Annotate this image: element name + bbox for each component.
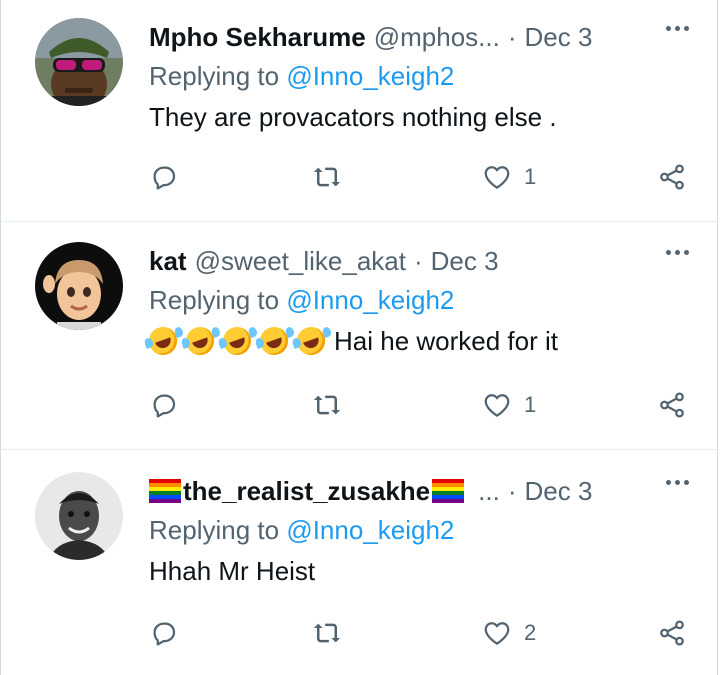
more-icon[interactable] [666, 26, 689, 31]
author-name[interactable]: Mpho Sekharume [149, 22, 366, 53]
avatar[interactable] [35, 242, 123, 330]
tweet-actions: 2 [149, 618, 717, 658]
like-button[interactable]: 2 [482, 618, 536, 648]
like-icon [484, 394, 510, 417]
replying-to: Replying to @Inno_keigh2 [149, 514, 717, 546]
share-button[interactable] [657, 618, 687, 648]
rolling-laughing-emoji-icon [293, 323, 329, 359]
replying-to-link[interactable]: @Inno_keigh2 [286, 61, 454, 91]
tweet-card[interactable]: the_realist_zusakhe ... · Dec 3 Replying… [0, 450, 718, 675]
tweet-text: They are provacators nothing else . [149, 102, 557, 132]
retweet-icon [313, 395, 341, 415]
tweet-text: Hhah Mr Heist [149, 556, 316, 586]
retweet-button[interactable] [312, 390, 342, 420]
retweet-icon [313, 167, 341, 187]
reply-icon [153, 394, 176, 418]
tweet-card[interactable]: kat @sweet_like_akat · Dec 3 Replying to… [0, 222, 718, 450]
retweet-icon [313, 623, 341, 643]
replying-prefix: Replying to [149, 61, 287, 91]
like-button[interactable]: 1 [482, 162, 536, 192]
more-icon[interactable] [666, 480, 689, 485]
replying-prefix: Replying to [149, 515, 287, 545]
rolling-laughing-emoji-icon [256, 323, 292, 359]
rolling-laughing-emoji-icon [219, 323, 255, 359]
author-handle[interactable]: @sweet_like_akat [195, 246, 406, 277]
reply-button[interactable] [149, 618, 179, 648]
rainbow-flag-icon [149, 479, 181, 503]
retweet-button[interactable] [312, 162, 342, 192]
reply-icon [153, 622, 176, 646]
replying-to-link[interactable]: @Inno_keigh2 [286, 515, 454, 545]
reply-button[interactable] [149, 390, 179, 420]
tweet-text: Hai he worked for it [334, 326, 558, 356]
tweet-header: Mpho Sekharume @mphos... · Dec 3 [149, 18, 717, 56]
author-name[interactable]: the_realist_zusakhe [183, 476, 430, 507]
tweet-header: the_realist_zusakhe ... · Dec 3 [149, 472, 717, 510]
share-icon [660, 620, 684, 646]
separator-dot: · [507, 475, 517, 506]
reply-icon [153, 166, 176, 190]
rolling-laughing-emoji-icon [182, 323, 218, 359]
tweet-card[interactable]: Mpho Sekharume @mphos... · Dec 3 Replyin… [0, 0, 718, 222]
tweet-actions: 1 [149, 390, 717, 430]
replying-to: Replying to @Inno_keigh2 [149, 284, 717, 316]
retweet-button[interactable] [312, 618, 342, 648]
like-icon [484, 166, 510, 189]
tweet-date[interactable]: Dec 3 [525, 22, 593, 53]
separator-dot: · [413, 245, 423, 276]
tweet-header: kat @sweet_like_akat · Dec 3 [149, 242, 717, 280]
like-count: 1 [524, 164, 537, 189]
tweet-date[interactable]: Dec 3 [524, 476, 592, 507]
share-button[interactable] [657, 390, 687, 420]
reply-button[interactable] [149, 162, 179, 192]
like-button[interactable]: 1 [482, 390, 536, 420]
avatar[interactable] [35, 18, 123, 106]
like-count: 1 [524, 392, 537, 417]
like-icon [484, 622, 510, 645]
replying-to: Replying to @Inno_keigh2 [149, 60, 717, 92]
author-handle[interactable]: ... [478, 476, 500, 507]
share-icon [660, 392, 684, 418]
reply-feed: Mpho Sekharume @mphos... · Dec 3 Replyin… [0, 0, 720, 675]
rainbow-flag-icon [432, 479, 465, 503]
tweet-text-row: Hai he worked for it [145, 323, 717, 359]
tweet-actions: 1 [149, 162, 717, 202]
share-button[interactable] [657, 162, 687, 192]
avatar[interactable] [35, 472, 123, 560]
share-icon [660, 164, 684, 190]
tweet-date[interactable]: Dec 3 [431, 246, 499, 277]
replying-to-link[interactable]: @Inno_keigh2 [286, 285, 454, 315]
separator-dot: · [507, 21, 517, 52]
author-handle[interactable]: @mphos... [374, 22, 500, 53]
more-icon[interactable] [666, 250, 689, 255]
author-name[interactable]: kat [149, 246, 187, 277]
like-count: 2 [524, 620, 537, 645]
rolling-laughing-emoji-icon [145, 323, 181, 359]
replying-prefix: Replying to [149, 285, 287, 315]
